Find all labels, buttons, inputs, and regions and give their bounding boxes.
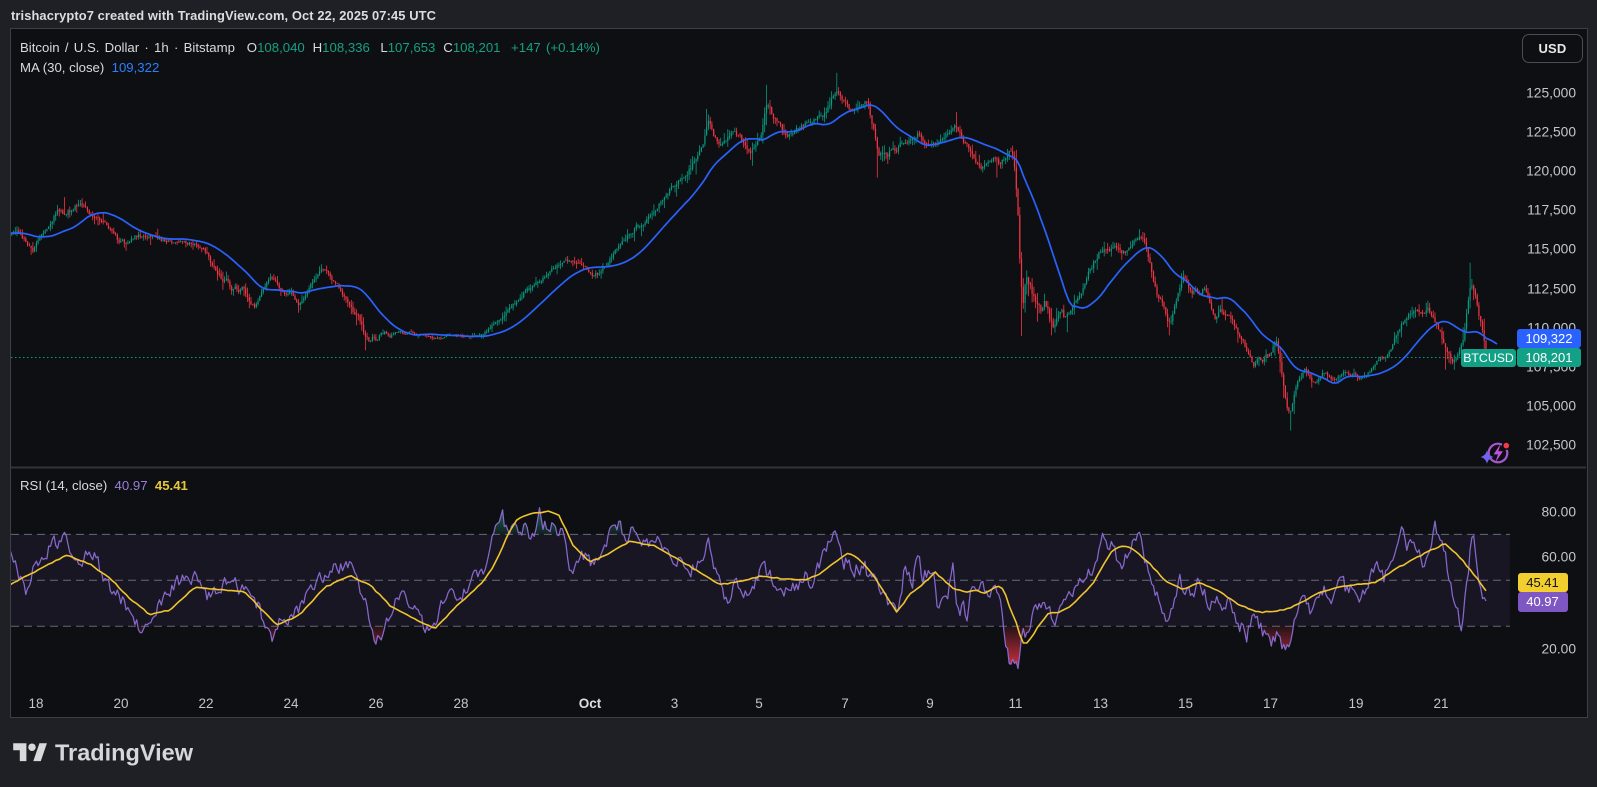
svg-text:TradingView: TradingView (55, 740, 194, 766)
